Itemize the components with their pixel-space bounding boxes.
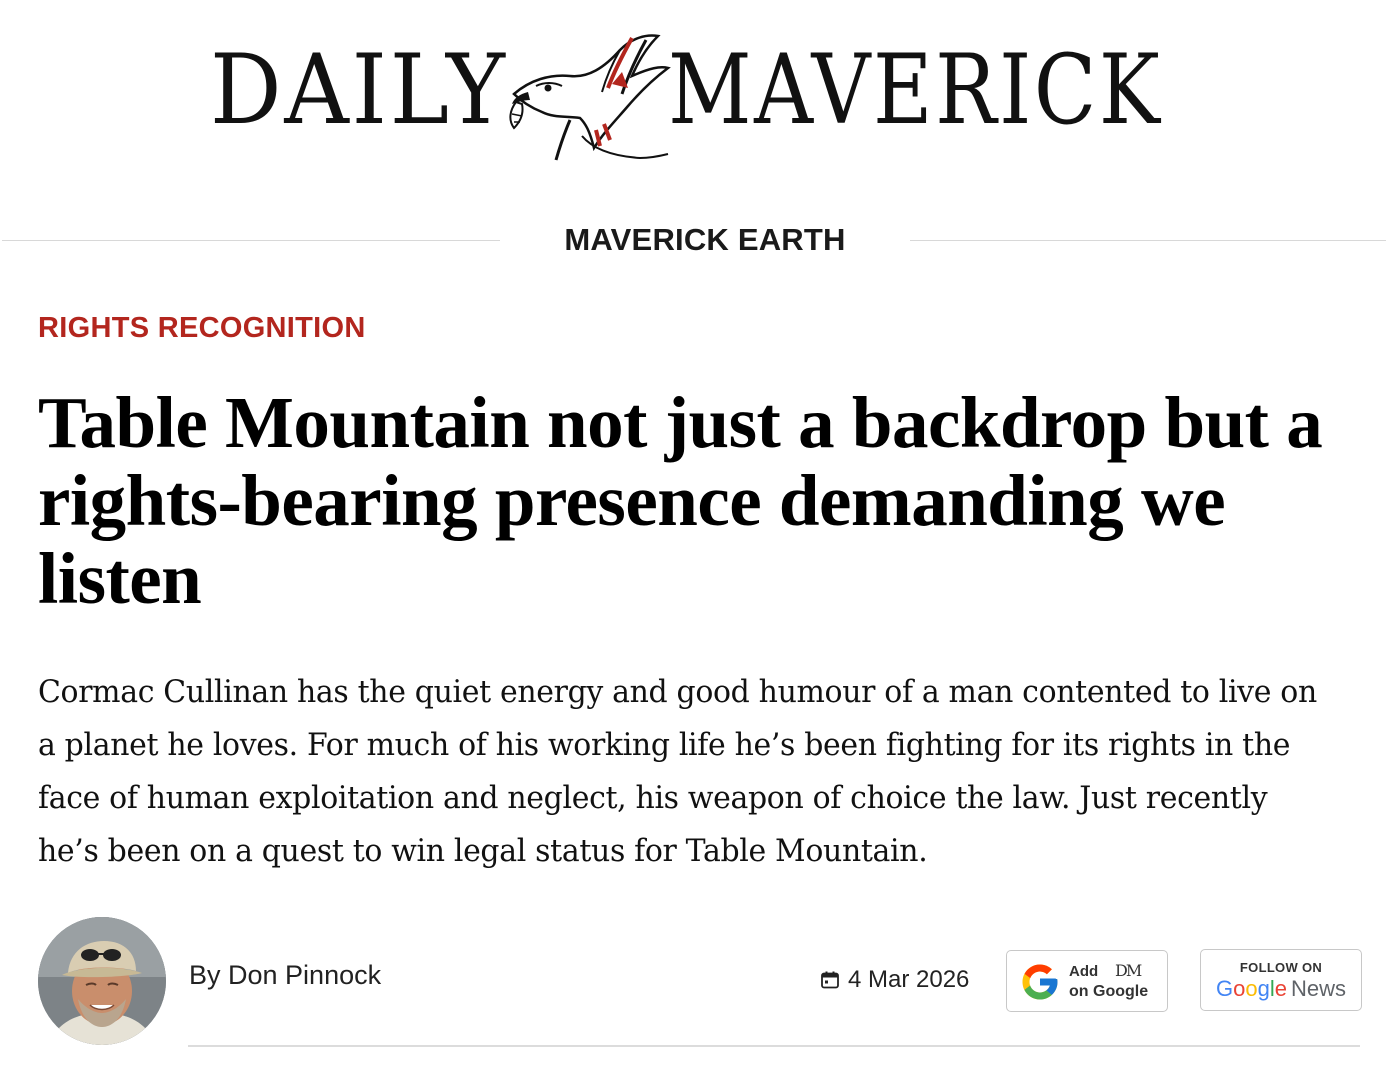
article-standfirst: Cormac Cullinan has the quiet energy and… <box>38 674 1317 869</box>
avatar-photo <box>38 917 166 1045</box>
section-divider-left <box>2 240 500 241</box>
logo-text-daily[interactable]: DAILY <box>210 42 508 138</box>
publish-date: 4 Mar 2026 <box>820 966 969 994</box>
byline-divider <box>188 1045 1360 1047</box>
section-divider-right <box>910 240 1386 241</box>
article-kicker[interactable]: RIGHTS RECOGNITION <box>38 312 366 345</box>
google-g-icon <box>1022 964 1058 1000</box>
google-news-wordmark: Google News <box>1215 976 1347 1001</box>
article-headline: Table Mountain not just a backdrop but a… <box>38 382 1323 619</box>
author-byline[interactable]: By Don Pinnock <box>189 960 381 991</box>
add-label: Add <box>1069 963 1099 980</box>
follow-on-label: FOLLOW ON <box>1239 960 1323 975</box>
add-on-google-button[interactable]: Add DM on Google <box>1006 950 1168 1012</box>
calendar-icon <box>821 971 839 989</box>
date-text: 4 Mar 2026 <box>848 966 970 993</box>
section-link[interactable]: MAVERICK EARTH <box>500 222 910 258</box>
eagle-icon[interactable] <box>500 28 672 164</box>
logo-text-maverick[interactable]: MAVERICK <box>668 42 1162 138</box>
dm-logo-mark: DM <box>1115 961 1142 980</box>
author-avatar[interactable] <box>38 917 166 1045</box>
masthead: DAILY MAVERICK <box>0 0 1386 200</box>
on-google-label: on Google <box>1069 983 1149 1000</box>
follow-google-news-button[interactable]: FOLLOW ON Google News <box>1200 949 1362 1011</box>
